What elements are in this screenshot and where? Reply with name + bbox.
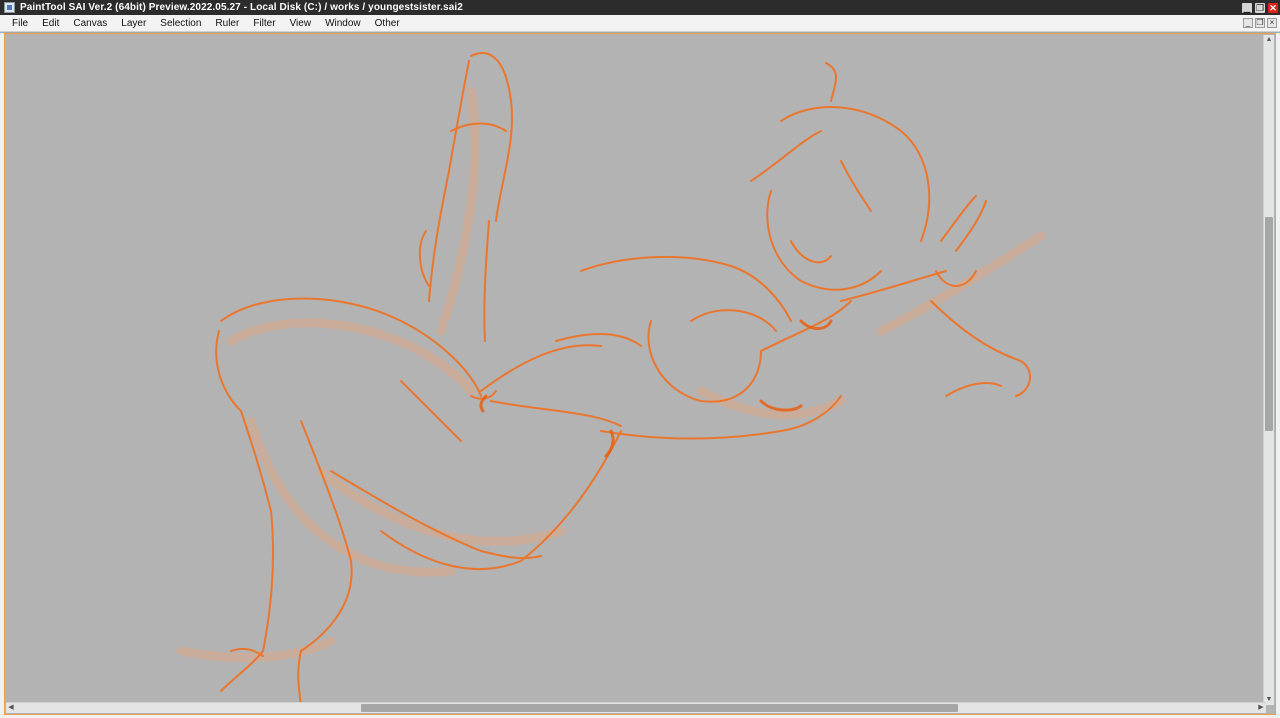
right-edge	[1276, 33, 1280, 718]
restore-button[interactable]: ❐	[1255, 2, 1265, 13]
app-icon[interactable]	[4, 2, 15, 13]
title-bar: PaintTool SAI Ver.2 (64bit) Preview.2022…	[0, 0, 1280, 15]
scroll-up-icon[interactable]: ▲	[1264, 35, 1274, 45]
canvas-window: ▲ ▼ ◀ ▶	[4, 33, 1276, 715]
window-title: PaintTool SAI Ver.2 (64bit) Preview.2022…	[20, 2, 463, 13]
drawing-canvas[interactable]	[6, 35, 1266, 705]
document-close-button[interactable]: ×	[1267, 18, 1277, 28]
horizontal-scroll-thumb[interactable]	[361, 704, 958, 712]
horizontal-scrollbar[interactable]: ◀ ▶	[6, 702, 1266, 713]
menu-selection[interactable]: Selection	[153, 18, 208, 29]
menu-bar: File Edit Canvas Layer Selection Ruler F…	[0, 15, 1280, 32]
document-controls: _ ❐ ×	[1243, 18, 1277, 28]
menu-other[interactable]: Other	[368, 18, 407, 29]
menu-edit[interactable]: Edit	[35, 18, 66, 29]
document-restore-button[interactable]: ❐	[1255, 18, 1265, 28]
close-button[interactable]: ✕	[1268, 2, 1278, 13]
sketch-drawing	[176, 52, 1046, 705]
menu-window[interactable]: Window	[318, 18, 368, 29]
menu-ruler[interactable]: Ruler	[208, 18, 246, 29]
window-controls: ▁ ❐ ✕	[1242, 2, 1278, 13]
minimize-button[interactable]: ▁	[1242, 2, 1252, 13]
menu-view[interactable]: View	[283, 18, 319, 29]
document-minimize-button[interactable]: _	[1243, 18, 1253, 28]
scroll-left-icon[interactable]: ◀	[6, 703, 16, 713]
vertical-scrollbar[interactable]: ▲ ▼	[1263, 35, 1274, 705]
menu-file[interactable]: File	[0, 18, 35, 29]
scroll-right-icon[interactable]: ▶	[1256, 703, 1266, 713]
menu-canvas[interactable]: Canvas	[66, 18, 114, 29]
menu-layer[interactable]: Layer	[114, 18, 153, 29]
vertical-scroll-thumb[interactable]	[1265, 217, 1273, 431]
menu-filter[interactable]: Filter	[246, 18, 282, 29]
